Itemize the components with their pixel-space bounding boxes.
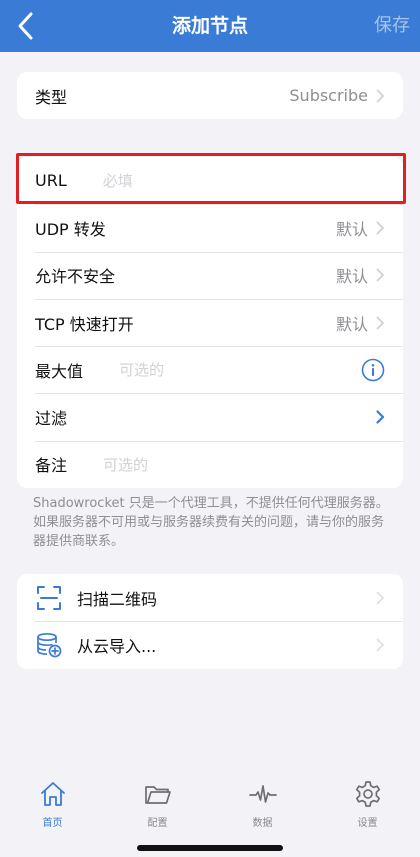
chevron-right-icon xyxy=(376,638,384,652)
chevron-right-icon xyxy=(376,221,384,235)
allow-insecure-row[interactable]: 允许不安全 默认 xyxy=(17,251,403,299)
tab-settings-label: 设置 xyxy=(357,818,378,829)
max-value-label: 最大值 xyxy=(35,361,84,381)
tab-config-label: 配置 xyxy=(147,818,168,829)
import-cloud-label: 从云导入... xyxy=(77,636,157,656)
folder-icon xyxy=(144,786,171,804)
node-form-card: URL 必填 UDP 转发 默认 允许不安全 默认 TCP 快速打开 默认 最大… xyxy=(17,157,403,489)
tab-data-label: 数据 xyxy=(252,818,273,829)
type-card: 类型 Subscribe xyxy=(17,72,403,120)
filter-row[interactable]: 过滤 xyxy=(17,393,403,440)
tab-bar: 首页 配置 数据 设置 xyxy=(0,769,420,857)
tab-config[interactable]: 配置 xyxy=(105,769,210,833)
qr-scan-icon xyxy=(37,585,61,610)
udp-forward-value: 默认 xyxy=(335,219,368,239)
tab-settings[interactable]: 设置 xyxy=(315,769,420,833)
page-title: 添加节点 xyxy=(171,15,248,37)
max-value-input[interactable]: 可选的 xyxy=(119,359,164,380)
url-label: URL xyxy=(35,171,67,191)
chevron-right-icon xyxy=(376,591,384,605)
gear-icon xyxy=(355,781,380,807)
activity-icon xyxy=(248,785,277,803)
filter-label: 过滤 xyxy=(35,409,68,429)
tcp-fast-open-label: TCP 快速打开 xyxy=(35,314,134,334)
allow-insecure-value: 默认 xyxy=(335,267,368,287)
save-button[interactable]: 保存 xyxy=(374,0,410,52)
allow-insecure-label: 允许不安全 xyxy=(35,267,116,287)
home-indicator xyxy=(137,845,283,851)
chevron-right-icon xyxy=(376,410,385,424)
disclaimer-text: Shadowrocket 只是一个代理工具，不提供任何代理服务器。如果服务器不可… xyxy=(33,496,389,549)
type-label: 类型 xyxy=(35,87,68,107)
tab-home[interactable]: 首页 xyxy=(0,769,105,833)
import-actions-card: 扫描二维码 从云导入... xyxy=(17,574,403,669)
type-value: Subscribe xyxy=(289,86,368,106)
home-icon xyxy=(40,782,65,806)
remark-input[interactable]: 可选的 xyxy=(103,454,148,475)
scan-qr-label: 扫描二维码 xyxy=(77,589,158,609)
url-row[interactable]: URL 必填 xyxy=(17,157,403,204)
tab-data[interactable]: 数据 xyxy=(210,769,315,833)
remark-label: 备注 xyxy=(35,456,68,476)
chevron-right-icon xyxy=(376,316,384,329)
type-row[interactable]: 类型 Subscribe xyxy=(17,72,403,119)
udp-forward-row[interactable]: UDP 转发 默认 xyxy=(17,204,403,251)
chevron-right-icon xyxy=(376,89,384,103)
remark-row[interactable]: 备注 可选的 xyxy=(17,440,403,488)
scan-qr-row[interactable]: 扫描二维码 xyxy=(17,574,403,621)
chevron-right-icon xyxy=(376,268,384,282)
tcp-fast-open-value: 默认 xyxy=(335,314,368,334)
navigation-bar: 添加节点 保存 xyxy=(0,0,420,52)
cloud-database-icon xyxy=(37,632,62,658)
info-icon[interactable] xyxy=(361,358,385,382)
udp-forward-label: UDP 转发 xyxy=(35,219,106,239)
max-value-row[interactable]: 最大值 可选的 xyxy=(17,346,403,393)
tcp-fast-open-row[interactable]: TCP 快速打开 默认 xyxy=(17,298,403,346)
url-input[interactable]: 必填 xyxy=(103,170,133,191)
tab-home-label: 首页 xyxy=(42,818,63,829)
import-cloud-row[interactable]: 从云导入... xyxy=(17,621,403,668)
